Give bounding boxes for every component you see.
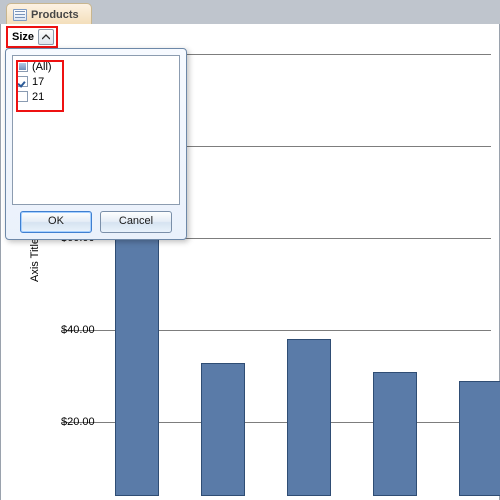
ok-button[interactable]: OK: [20, 211, 92, 233]
document-area: Axis Title $60.00 $40.00 $20.00 Size: [0, 24, 500, 500]
popup-button-row: OK Cancel: [6, 211, 186, 233]
filter-dropdown-button[interactable]: [38, 29, 54, 45]
filter-popup: (All) 17 21 OK Cancel: [5, 48, 187, 240]
tab-products[interactable]: Products: [6, 3, 92, 25]
bar-1[interactable]: [115, 231, 159, 496]
chevron-up-icon: [42, 34, 50, 40]
tab-label: Products: [31, 5, 79, 25]
option-label: 17: [32, 76, 44, 88]
bar-2[interactable]: [201, 363, 245, 496]
filter-label: Size: [10, 31, 36, 43]
y-axis-title: Axis Title: [29, 238, 41, 282]
cancel-button[interactable]: Cancel: [100, 211, 172, 233]
bar-5[interactable]: [459, 381, 500, 496]
filter-option-21[interactable]: 21: [17, 89, 175, 104]
filter-option-17[interactable]: 17: [17, 74, 175, 89]
bar-3[interactable]: [287, 339, 331, 496]
checkbox-all[interactable]: [17, 61, 28, 72]
bar-4[interactable]: [373, 372, 417, 496]
tab-strip: Products: [0, 0, 500, 25]
checkbox-17[interactable]: [17, 76, 28, 87]
option-label: 21: [32, 91, 44, 103]
datasheet-icon: [13, 9, 27, 21]
filter-option-list: (All) 17 21: [12, 55, 180, 205]
option-label: (All): [32, 61, 52, 73]
filter-header-size[interactable]: Size: [6, 26, 58, 48]
checkbox-21[interactable]: [17, 91, 28, 102]
filter-option-all[interactable]: (All): [17, 59, 175, 74]
